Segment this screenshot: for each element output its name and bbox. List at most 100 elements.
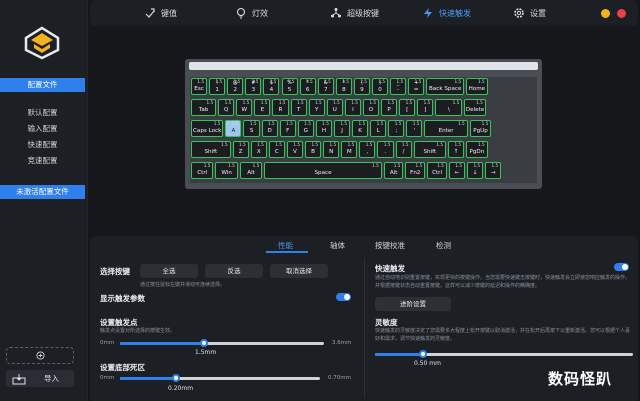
key-f[interactable]: 1.5 F (279, 120, 296, 137)
key-delete[interactable]: 1.5 Delete (464, 99, 486, 116)
key-g[interactable]: 1.5 G (297, 120, 314, 137)
key-pgdn[interactable]: 1.5 PgDn (466, 141, 488, 158)
key-][interactable]: 1.5] (417, 99, 434, 116)
key-fn2[interactable]: 1.5 Fn2 (405, 162, 426, 179)
import-icon (12, 373, 26, 384)
key-i[interactable]: 1.5 I (344, 99, 361, 116)
key-→[interactable]: 1.5 → (485, 162, 502, 179)
key-↓[interactable]: 1.5 ↓ (467, 162, 484, 179)
key-x[interactable]: 1.5 X (250, 141, 267, 158)
trigger-slider[interactable] (120, 339, 324, 347)
key-j[interactable]: 1.5 J (333, 120, 351, 137)
key-'[interactable]: 1.5 ' (406, 120, 423, 137)
close-button[interactable] (617, 9, 626, 18)
key-home[interactable]: 1.5 Home (466, 78, 488, 95)
key-4[interactable]: $1.5 4 (263, 78, 280, 95)
key-alt[interactable]: 1.5 Alt (383, 162, 404, 179)
sidebar-section-config[interactable]: 配置文件 (0, 78, 85, 92)
key-;[interactable]: 1.5; (388, 120, 405, 137)
import-button[interactable]: 导入 (6, 370, 74, 387)
key-o[interactable]: 1.5 O (362, 99, 380, 116)
panel-tab-calibration[interactable]: 按键校准 (375, 240, 405, 251)
key-space[interactable]: 1.5 Space (264, 162, 382, 179)
tab-superkey[interactable]: 超级按键 (330, 0, 379, 26)
key-ctrl[interactable]: 1.5 Ctrl (191, 162, 214, 179)
key-c[interactable]: 1.5 C (268, 141, 285, 158)
key-a[interactable]: 1.5 A (225, 120, 242, 137)
rapid-trigger-toggle[interactable] (614, 263, 629, 271)
key-enter[interactable]: 1.5 Enter (424, 120, 468, 137)
sensitivity-slider[interactable] (375, 350, 633, 358)
key-r[interactable]: 1.5 R (272, 99, 289, 116)
key-↑[interactable]: 1.5 ↑ (448, 141, 465, 158)
show-trigger-toggle[interactable] (336, 293, 351, 301)
panel-tab-performance[interactable]: 性能 (278, 240, 293, 251)
key-.[interactable]: 1.5. (377, 141, 394, 158)
select-all-button[interactable]: 全选 (140, 264, 198, 278)
key-y[interactable]: 1.5 Y (308, 99, 325, 116)
add-profile-button[interactable] (6, 347, 74, 364)
panel-tab-switch[interactable]: 轴体 (330, 240, 345, 251)
key-esc[interactable]: 1.5 Esc (191, 78, 208, 95)
key-\[interactable]: 1.5 \ (435, 99, 463, 116)
key-tab[interactable]: 1.5 Tab (191, 99, 217, 116)
key-ctrl[interactable]: 1.5 Ctrl (427, 162, 447, 179)
tab-lighting[interactable]: 灯效 (235, 0, 268, 26)
key-8[interactable]: * 1.5 8 (335, 78, 352, 95)
key-shift[interactable]: 1.5 Shift (191, 141, 231, 158)
sidebar-section-inactive[interactable]: 未激活配置文件 (0, 185, 85, 199)
key-1[interactable]: ! 1.5 1 (209, 78, 226, 95)
key-pgup[interactable]: 1.5 PgUp (469, 120, 492, 137)
key-k[interactable]: 1.5 K (352, 120, 369, 137)
key-p[interactable]: 1.5 P (381, 99, 398, 116)
key-alt[interactable]: 1.5 Alt (239, 162, 263, 179)
sensitivity-slider-fill (375, 353, 425, 356)
key-shift[interactable]: 1.5 Shift (413, 141, 446, 158)
invert-selection-button[interactable]: 反选 (205, 264, 263, 278)
key-l[interactable]: 1.5 L (370, 120, 387, 137)
key--[interactable]: _ 1.5- (390, 78, 407, 95)
sidebar-item-input[interactable]: 输入配置 (0, 123, 85, 134)
key-win[interactable]: 1.5 Win (215, 162, 238, 179)
minimize-button[interactable] (601, 9, 610, 18)
key-t[interactable]: 1.5 T (290, 99, 307, 116)
key-0[interactable]: ) 1.5 0 (372, 78, 389, 95)
key-z[interactable]: 1.5 Z (232, 141, 249, 158)
key-m[interactable]: 1.5 M (341, 141, 358, 158)
bottom-dead-slider[interactable] (120, 374, 320, 382)
key-h[interactable]: 1.5 H (315, 120, 332, 137)
trigger-slider-thumb[interactable] (200, 339, 209, 347)
sidebar-item-default[interactable]: 默认配置 (0, 107, 85, 118)
tab-keyvalue[interactable]: 键值 (144, 0, 177, 26)
key-q[interactable]: 1.5 Q (218, 99, 235, 116)
key-2[interactable]: @1.5 2 (227, 78, 244, 95)
key-back-space[interactable]: 1.5 Back Space (426, 78, 465, 95)
panel-tab-test[interactable]: 检测 (436, 240, 451, 251)
key-=[interactable]: +1.5 = (408, 78, 425, 95)
key-n[interactable]: 1.5 N (323, 141, 340, 158)
key-u[interactable]: 1.5 U (326, 99, 343, 116)
key-b[interactable]: 1.5 B (305, 141, 322, 158)
tab-settings[interactable]: 设置 (513, 0, 546, 26)
key-5[interactable]: % 1.5 5 (281, 78, 298, 95)
key-w[interactable]: 1.5 W (236, 99, 253, 116)
key-[[interactable]: 1.5[ (399, 99, 416, 116)
key-,[interactable]: 1.5, (359, 141, 376, 158)
key-9[interactable]: (1.5 9 (353, 78, 370, 95)
tab-rapid-trigger[interactable]: 快速触发 (422, 0, 471, 26)
key-3[interactable]: #1.5 3 (245, 78, 262, 95)
key-s[interactable]: 1.5 S (243, 120, 260, 137)
sidebar-item-race[interactable]: 竞速配置 (0, 155, 85, 166)
key-v[interactable]: 1.5 V (286, 141, 304, 158)
advanced-settings-button[interactable]: 进阶设置 (375, 297, 451, 311)
key-caps-lock[interactable]: 1.5 Caps Lock (191, 120, 224, 137)
key-7[interactable]: & 1.5 7 (317, 78, 334, 95)
sensitivity-slider-thumb[interactable] (419, 350, 428, 358)
key-6[interactable]: ^ 1.5 6 (299, 78, 316, 95)
key-←[interactable]: 1.5 ← (448, 162, 466, 179)
key-/[interactable]: 1.5/ (395, 141, 412, 158)
key-e[interactable]: 1.5 E (254, 99, 271, 116)
clear-selection-button[interactable]: 取消选择 (270, 264, 328, 278)
key-d[interactable]: 1.5 D (261, 120, 278, 137)
sidebar-item-fast[interactable]: 快速配置 (0, 139, 85, 150)
